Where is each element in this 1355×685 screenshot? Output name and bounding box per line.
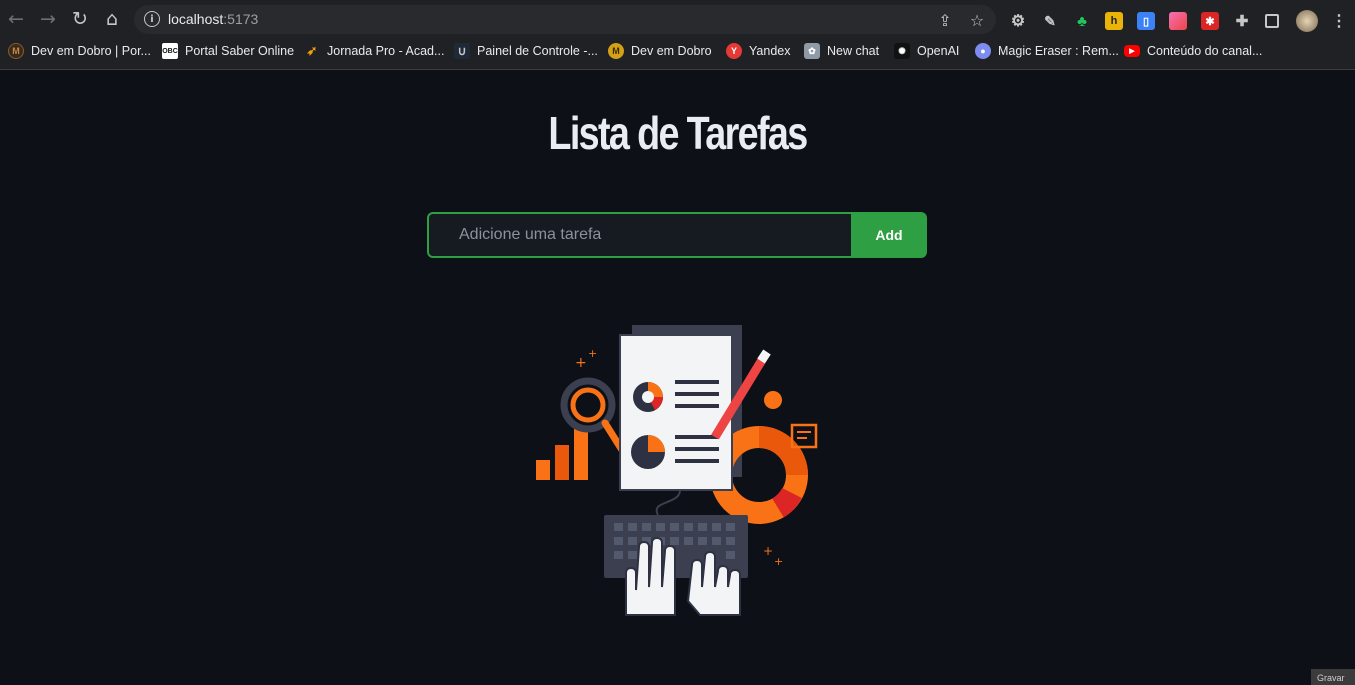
- openai-icon: ✺: [894, 43, 910, 59]
- keyboard-cable: [655, 489, 681, 516]
- donut-segment: [771, 487, 802, 518]
- task-list-illustration: + + + +: [536, 325, 818, 616]
- dino-extension-icon[interactable]: ♣: [1073, 12, 1091, 30]
- share-icon[interactable]: ⇪: [934, 9, 956, 31]
- menu-kebab-icon[interactable]: ⋮: [1330, 12, 1348, 30]
- bookmark-item[interactable]: M Dev em Dobro | Por...: [8, 40, 151, 62]
- document-line: [675, 435, 719, 439]
- bookmark-item[interactable]: ➶ Jornada Pro - Acad...: [304, 40, 445, 62]
- browser-chrome: ← → ↻ ⌂ i localhost:5173 ⇪ ☆ ⚙ ✎ ♣ h ▯ ✱…: [0, 0, 1355, 70]
- bookmark-item[interactable]: ▶ Conteúdo do canal...: [1124, 40, 1262, 62]
- bar-chart-bar: [574, 427, 588, 480]
- bookmarks-bar: M Dev em Dobro | Por... OBC Portal Saber O…: [0, 40, 1355, 62]
- bookmark-item[interactable]: ∪ Painel de Controle -...: [454, 40, 598, 62]
- bookmark-item[interactable]: OBC Portal Saber Online: [162, 40, 294, 62]
- bookmark-label: Yandex: [749, 44, 791, 58]
- document-line: [675, 392, 719, 396]
- sparkle-icon: +: [763, 544, 773, 558]
- home-icon[interactable]: ⌂: [100, 7, 124, 31]
- profile-avatar[interactable]: [1296, 10, 1318, 32]
- bookmark-item[interactable]: M Dev em Dobro: [608, 40, 712, 62]
- bookmark-label: OpenAI: [917, 44, 960, 58]
- devemdobro-m-icon: M: [608, 43, 624, 59]
- bookmark-item[interactable]: ✿ New chat: [804, 40, 879, 62]
- site-info-icon[interactable]: i: [144, 11, 160, 27]
- youtube-icon: ▶: [1124, 45, 1140, 57]
- bookmark-label: Portal Saber Online: [185, 44, 295, 58]
- document-front: [619, 334, 733, 491]
- chat-icon: ✿: [804, 43, 820, 59]
- pencil-eraser: [757, 349, 771, 364]
- app-page: Lista de Tarefas Add + + + +: [0, 70, 1355, 685]
- sparkle-icon: +: [774, 555, 783, 568]
- bookmark-label: Painel de Controle -...: [477, 44, 598, 58]
- bookmark-label: Magic Eraser : Rem...: [998, 44, 1119, 58]
- pen-extension-icon[interactable]: ✎: [1041, 12, 1059, 30]
- pie-hole: [642, 391, 654, 403]
- yandex-icon: Y: [726, 43, 742, 59]
- document-line: [675, 380, 719, 384]
- task-input[interactable]: [427, 212, 853, 258]
- small-pie-icon: [764, 391, 782, 409]
- sparkle-icon: +: [575, 355, 587, 371]
- page-title: Lista de Tarefas: [548, 107, 808, 159]
- bar-chart-bar: [555, 445, 569, 480]
- browser-toolbar: ← → ↻ ⌂ i localhost:5173 ⇪ ☆ ⚙ ✎ ♣ h ▯ ✱…: [0, 4, 1355, 34]
- bookmark-label: Dev em Dobro: [631, 44, 712, 58]
- magic-eraser-icon: ●: [975, 43, 991, 59]
- document-line: [675, 447, 719, 451]
- bookmark-label: Jornada Pro - Acad...: [327, 44, 445, 58]
- bookmark-item[interactable]: ● Magic Eraser : Rem...: [975, 40, 1119, 62]
- document-line: [675, 459, 719, 463]
- bar-chart-bar: [536, 460, 550, 480]
- address-bar[interactable]: i localhost:5173 ⇪ ☆: [134, 5, 996, 34]
- blue-extension-icon[interactable]: ▯: [1137, 12, 1155, 30]
- add-button[interactable]: Add: [851, 212, 927, 258]
- jornada-icon: ➶: [306, 43, 318, 58]
- bookmark-star-icon[interactable]: ☆: [966, 9, 988, 31]
- reload-icon[interactable]: ↻: [68, 7, 92, 31]
- yellow-extension-icon[interactable]: h: [1105, 12, 1123, 30]
- puzzle-extensions-icon[interactable]: ✚: [1233, 12, 1251, 30]
- sparkle-icon: +: [588, 347, 597, 360]
- painel-icon: ∪: [454, 43, 470, 59]
- add-task-form: Add: [427, 212, 927, 258]
- bookmark-label: Dev em Dobro | Por...: [31, 44, 151, 58]
- bookmark-item[interactable]: ✺ OpenAI: [894, 40, 959, 62]
- url-port: :5173: [223, 11, 259, 27]
- settings-gear-icon[interactable]: ⚙: [1009, 12, 1027, 30]
- bookmark-label: New chat: [827, 44, 880, 58]
- url-host: localhost: [168, 11, 224, 27]
- devemdobro-icon: M: [8, 43, 24, 59]
- back-arrow-icon[interactable]: ←: [4, 7, 28, 31]
- url-text[interactable]: localhost:5173: [168, 11, 258, 27]
- side-panel-icon[interactable]: [1265, 14, 1279, 28]
- red-extension-icon[interactable]: ✱: [1201, 12, 1219, 30]
- bookmark-label: Conteúdo do canal...: [1147, 44, 1263, 58]
- recording-tab[interactable]: Gravar: [1311, 669, 1355, 685]
- magnifier-lens: [570, 387, 606, 423]
- portal-icon: OBC: [162, 43, 178, 59]
- pink-extension-icon[interactable]: [1169, 12, 1187, 30]
- document-line: [675, 404, 719, 408]
- forward-arrow-icon[interactable]: →: [36, 7, 60, 31]
- bookmark-item[interactable]: Y Yandex: [726, 40, 790, 62]
